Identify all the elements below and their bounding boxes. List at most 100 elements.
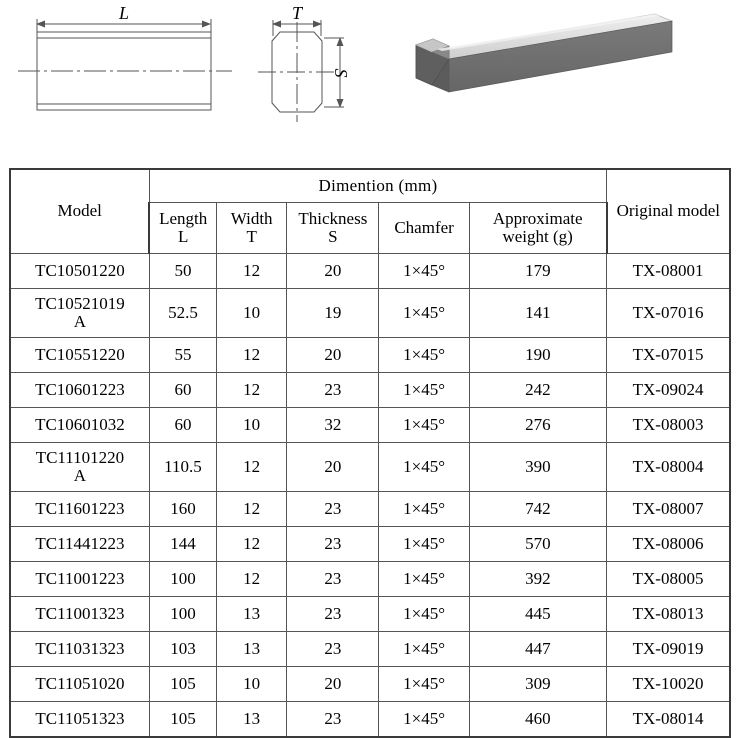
cell-width: 12 <box>216 561 288 597</box>
header-chamfer: Chamfer <box>378 202 470 254</box>
table-row: TC11441223 144 12 23 1×45° 570 TX-08006 <box>8 526 732 562</box>
cell-length: 105 <box>148 666 218 702</box>
cell-thickness: 23 <box>286 596 380 632</box>
cell-length: 52.5 <box>148 288 218 338</box>
cell-width: 12 <box>216 442 288 492</box>
cell-model: TC10601223 <box>8 372 150 408</box>
cell-model: TC10601032 <box>8 407 150 443</box>
cell-chamfer: 1×45° <box>378 491 470 527</box>
cell-thickness: 20 <box>286 442 380 492</box>
cell-length: 103 <box>148 631 218 667</box>
cell-original-model: TX-10020 <box>606 666 732 702</box>
header-dimension-group: Dimention (mm) <box>148 168 608 203</box>
cell-thickness: 19 <box>286 288 380 338</box>
cell-chamfer: 1×45° <box>378 666 470 702</box>
table-body: TC10501220 50 12 20 1×45° 179 TX-08001 TC105210… <box>8 253 732 738</box>
cell-thickness: 23 <box>286 631 380 667</box>
cell-weight: 392 <box>468 561 608 597</box>
cell-thickness: 20 <box>286 666 380 702</box>
cell-chamfer: 1×45° <box>378 442 470 492</box>
header-weight: Approximate weight (g) <box>468 202 608 254</box>
cell-thickness: 20 <box>286 253 380 289</box>
cell-length: 55 <box>148 337 218 373</box>
cell-original-model: TX-08006 <box>606 526 732 562</box>
cell-width: 13 <box>216 631 288 667</box>
length-dimension-label: L <box>118 3 129 23</box>
cell-width: 12 <box>216 372 288 408</box>
cell-model: TC11001323 <box>8 596 150 632</box>
cell-original-model: TX-09019 <box>606 631 732 667</box>
cell-model: TC11601223 <box>8 491 150 527</box>
cell-chamfer: 1×45° <box>378 561 470 597</box>
header-width: Width T <box>216 202 288 254</box>
cell-length: 100 <box>148 596 218 632</box>
specification-table: Model Dimention (mm) Original model Leng… <box>8 168 732 738</box>
table-row: TC10601223 60 12 23 1×45° 242 TX-09024 <box>8 372 732 408</box>
cell-width: 12 <box>216 337 288 373</box>
cell-weight: 390 <box>468 442 608 492</box>
cell-width: 12 <box>216 253 288 289</box>
cell-weight: 570 <box>468 526 608 562</box>
cell-chamfer: 1×45° <box>378 596 470 632</box>
cell-length: 60 <box>148 407 218 443</box>
width-dimension-label: T <box>292 3 304 23</box>
cell-length: 160 <box>148 491 218 527</box>
cell-width: 10 <box>216 407 288 443</box>
cell-original-model: TX-09024 <box>606 372 732 408</box>
cell-thickness: 23 <box>286 491 380 527</box>
table-row: TC11031323 103 13 23 1×45° 447 TX-09019 <box>8 631 732 667</box>
cell-length: 105 <box>148 701 218 738</box>
table-row: TC11601223 160 12 23 1×45° 742 TX-08007 <box>8 491 732 527</box>
cell-weight: 179 <box>468 253 608 289</box>
side-view-bar <box>18 19 232 111</box>
cell-original-model: TX-08014 <box>606 701 732 738</box>
cell-chamfer: 1×45° <box>378 701 470 738</box>
technical-drawings-area: L T S <box>0 0 750 155</box>
header-length: Length L <box>148 202 218 254</box>
cell-chamfer: 1×45° <box>378 372 470 408</box>
table-row: TC10601032 60 10 32 1×45° 276 TX-08003 <box>8 407 732 443</box>
cell-width: 12 <box>216 491 288 527</box>
cell-model: TC11101220 A <box>8 442 150 492</box>
cell-width: 13 <box>216 701 288 738</box>
cell-original-model: TX-08001 <box>606 253 732 289</box>
cell-width: 12 <box>216 526 288 562</box>
table-row: TC11051020 105 10 20 1×45° 309 TX-10020 <box>8 666 732 702</box>
cell-original-model: TX-07016 <box>606 288 732 338</box>
cell-width: 10 <box>216 288 288 338</box>
cell-chamfer: 1×45° <box>378 253 470 289</box>
cell-original-model: TX-08005 <box>606 561 732 597</box>
header-original-model: Original model <box>606 168 732 254</box>
cell-length: 110.5 <box>148 442 218 492</box>
cell-chamfer: 1×45° <box>378 288 470 338</box>
cell-weight: 445 <box>468 596 608 632</box>
thickness-dimension-label: S <box>331 69 351 78</box>
cell-model: TC11051323 <box>8 701 150 738</box>
cell-weight: 742 <box>468 491 608 527</box>
table-row: TC10551220 55 12 20 1×45° 190 TX-07015 <box>8 337 732 373</box>
cell-weight: 141 <box>468 288 608 338</box>
cell-width: 13 <box>216 596 288 632</box>
cell-thickness: 23 <box>286 526 380 562</box>
cell-length: 144 <box>148 526 218 562</box>
cell-model: TC10501220 <box>8 253 150 289</box>
cell-chamfer: 1×45° <box>378 526 470 562</box>
cell-length: 60 <box>148 372 218 408</box>
cell-thickness: 23 <box>286 701 380 738</box>
cell-model: TC11051020 <box>8 666 150 702</box>
cell-length: 50 <box>148 253 218 289</box>
cell-thickness: 23 <box>286 372 380 408</box>
cell-weight: 460 <box>468 701 608 738</box>
cell-weight: 276 <box>468 407 608 443</box>
cell-length: 100 <box>148 561 218 597</box>
cell-thickness: 32 <box>286 407 380 443</box>
table-row: TC10501220 50 12 20 1×45° 179 TX-08001 <box>8 253 732 289</box>
cell-weight: 309 <box>468 666 608 702</box>
table-row: TC11051323 105 13 23 1×45° 460 TX-08014 <box>8 701 732 738</box>
cell-weight: 242 <box>468 372 608 408</box>
header-model: Model <box>8 168 150 254</box>
cell-chamfer: 1×45° <box>378 407 470 443</box>
cell-width: 10 <box>216 666 288 702</box>
cell-original-model: TX-08003 <box>606 407 732 443</box>
table-row: TC10521019 A 52.5 10 19 1×45° 141 TX-07016 <box>8 288 732 338</box>
